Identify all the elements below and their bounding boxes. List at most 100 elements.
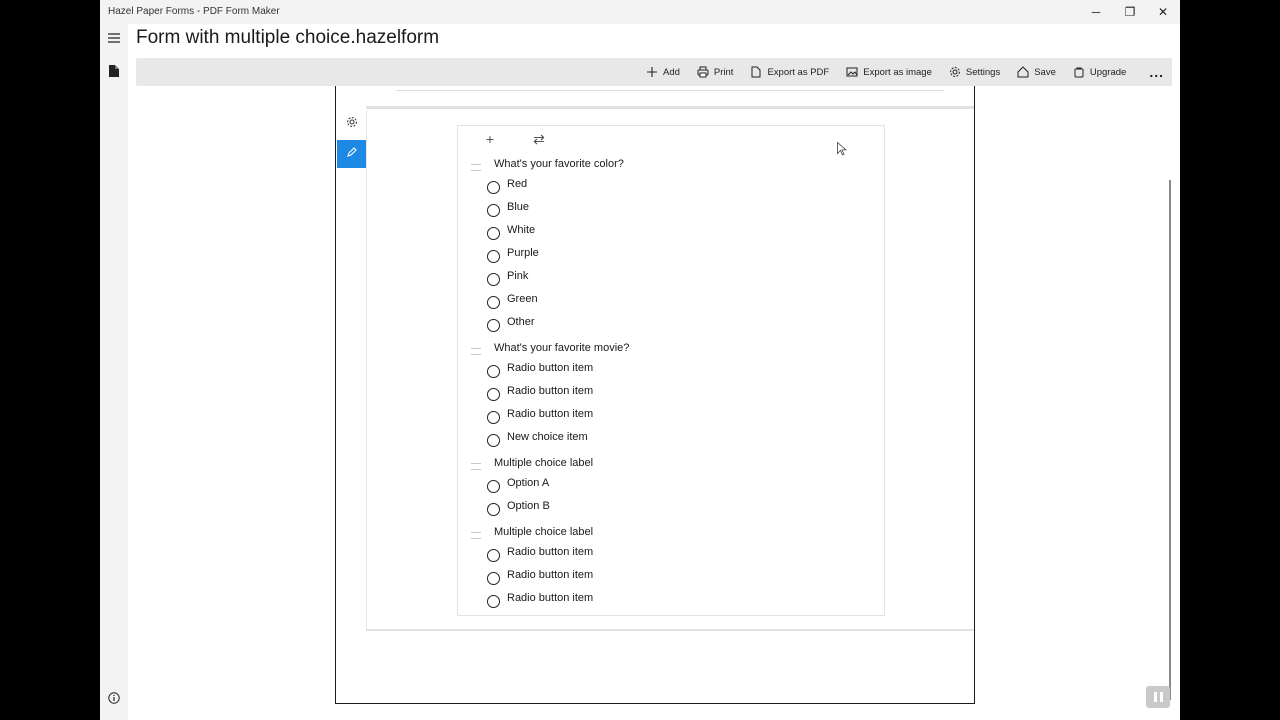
add-button[interactable]: Add [646, 66, 680, 78]
export-pdf-label: Export as PDF [767, 66, 830, 78]
radio-option-label: Radio button item [507, 592, 594, 604]
upgrade-bag-icon [1074, 67, 1084, 78]
save-label: Save [1034, 66, 1056, 78]
radio-option[interactable]: Option B [487, 500, 550, 516]
save-home-icon [1017, 66, 1029, 78]
radio-option[interactable]: White [487, 224, 535, 240]
add-label: Add [663, 66, 680, 78]
radio-option[interactable]: Radio button item [487, 408, 593, 424]
export-image-label: Export as image [863, 66, 932, 78]
pause-icon[interactable] [1146, 686, 1170, 708]
section-settings-button[interactable] [337, 110, 366, 138]
previous-section-divider [396, 90, 944, 91]
radio-option-label: Radio button item [507, 569, 594, 581]
close-button[interactable]: ✕ [1153, 3, 1173, 21]
command-bar: Add Print Export as PDF Export as image … [136, 58, 1172, 86]
section-bottom-separator [366, 629, 974, 631]
drag-handle-icon[interactable] [471, 463, 481, 470]
radio-button[interactable] [487, 204, 500, 217]
upgrade-button[interactable]: Upgrade [1073, 66, 1126, 78]
radio-button[interactable] [487, 595, 500, 608]
question-title[interactable]: What's your favorite movie? [494, 342, 629, 354]
export-image-button[interactable]: Export as image [846, 66, 932, 78]
radio-option[interactable]: Green [487, 293, 538, 309]
radio-button[interactable] [487, 572, 500, 585]
radio-button[interactable] [487, 319, 500, 332]
radio-button[interactable] [487, 296, 500, 309]
radio-button[interactable] [487, 181, 500, 194]
drag-handle-icon[interactable] [471, 348, 481, 355]
question-title[interactable]: Multiple choice label [494, 526, 593, 538]
more-options-button[interactable]: ... [1149, 64, 1164, 80]
radio-option-label: Radio button item [507, 385, 594, 397]
radio-option-label: White [507, 224, 536, 236]
radio-button[interactable] [487, 480, 500, 493]
radio-button[interactable] [487, 273, 500, 286]
radio-option-label: Radio button item [507, 362, 594, 374]
mouse-pointer-icon [837, 142, 847, 156]
settings-label: Settings [965, 66, 1001, 78]
edit-mode-button[interactable] [337, 140, 366, 168]
radio-button[interactable] [487, 250, 500, 263]
restore-button[interactable]: ❐ [1120, 3, 1140, 21]
print-label: Print [713, 66, 734, 78]
minimize-button[interactable]: ─ [1086, 3, 1106, 21]
form-page: + ⇄ What's your favorite color? Red Blue Wh… [335, 86, 975, 704]
radio-option[interactable]: New choice item [487, 431, 588, 447]
settings-button[interactable]: Settings [949, 66, 1000, 78]
radio-option-label: Pink [507, 270, 529, 282]
radio-option[interactable]: Blue [487, 201, 529, 217]
radio-option-label: Option A [507, 477, 550, 489]
radio-option[interactable]: Option A [487, 477, 549, 493]
save-button[interactable]: Save [1017, 66, 1056, 78]
hamburger-menu-icon[interactable] [104, 28, 124, 48]
radio-option-label: Blue [507, 201, 530, 213]
upgrade-label: Upgrade [1089, 66, 1127, 78]
multiple-choice-card[interactable]: + ⇄ What's your favorite color? Red Blue Wh… [457, 125, 885, 616]
radio-button[interactable] [487, 365, 500, 378]
section-separator [366, 106, 974, 109]
radio-option[interactable]: Pink [487, 270, 528, 286]
app-window: Hazel Paper Forms - PDF Form Maker ─ ❐ ✕… [100, 0, 1180, 720]
radio-option-label: Other [507, 316, 535, 328]
radio-button[interactable] [487, 411, 500, 424]
info-icon[interactable] [107, 692, 121, 706]
radio-button[interactable] [487, 227, 500, 240]
image-icon [846, 67, 858, 77]
drag-handle-icon[interactable] [471, 532, 481, 539]
app-title: Hazel Paper Forms - PDF Form Maker [108, 6, 280, 17]
radio-option-label: Red [507, 178, 528, 190]
question-title[interactable]: Multiple choice label [494, 457, 593, 469]
radio-option[interactable]: Other [487, 316, 535, 332]
radio-button[interactable] [487, 434, 500, 447]
add-item-button[interactable]: + [482, 131, 498, 147]
drag-handle-icon[interactable] [471, 164, 481, 171]
radio-option-label: Green [507, 293, 538, 305]
vertical-scrollbar[interactable] [1169, 180, 1171, 700]
swap-icon[interactable]: ⇄ [531, 131, 547, 148]
radio-option[interactable]: Radio button item [487, 592, 593, 608]
radio-option[interactable]: Radio button item [487, 569, 593, 585]
plus-icon [647, 67, 657, 77]
question-title[interactable]: What's your favorite color? [494, 158, 624, 170]
radio-option[interactable]: Purple [487, 247, 539, 263]
print-button[interactable]: Print [697, 66, 734, 78]
radio-button[interactable] [487, 503, 500, 516]
radio-option-label: New choice item [507, 431, 588, 443]
radio-option[interactable]: Radio button item [487, 385, 593, 401]
radio-option[interactable]: Radio button item [487, 546, 593, 562]
printer-icon [697, 66, 709, 78]
radio-option[interactable]: Red [487, 178, 527, 194]
title-bar: Hazel Paper Forms - PDF Form Maker ─ ❐ ✕ [100, 0, 1180, 24]
radio-option-label: Radio button item [507, 408, 594, 420]
radio-button[interactable] [487, 549, 500, 562]
export-pdf-button[interactable]: Export as PDF [750, 66, 829, 78]
radio-button[interactable] [487, 388, 500, 401]
radio-option[interactable]: Radio button item [487, 362, 593, 378]
document-icon[interactable] [104, 62, 124, 82]
radio-option-label: Option B [507, 500, 550, 512]
document-title: Form with multiple choice.hazelform [136, 27, 440, 48]
gear-icon [949, 67, 960, 77]
left-rail [100, 24, 128, 720]
section-side-tools [336, 110, 367, 630]
